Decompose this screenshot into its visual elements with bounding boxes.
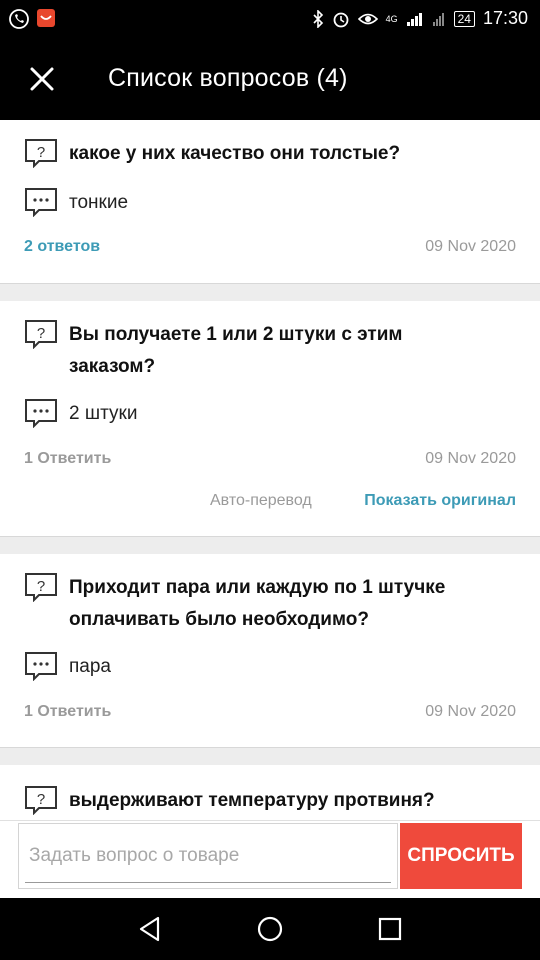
question-card: ? выдерживают температуру протвиня?	[0, 765, 540, 820]
question-text: Вы получаете 1 или 2 штуки с этим заказо…	[69, 324, 403, 377]
question-text: Приходит пара или каждую по 1 штучке опл…	[69, 577, 446, 630]
svg-text:?: ?	[37, 144, 45, 161]
signal-icon	[406, 12, 422, 26]
ask-question-bar: СПРОСИТЬ	[0, 820, 540, 899]
page-title: Список вопросов (4)	[108, 64, 348, 92]
ask-input-container	[18, 823, 398, 889]
system-nav-bar	[0, 898, 540, 960]
answer-icon	[25, 399, 57, 428]
input-underline	[25, 882, 391, 883]
close-icon	[30, 67, 54, 91]
system-status: 4G 24 17:30	[312, 8, 528, 29]
question-icon: ?	[25, 573, 57, 602]
question-card: ? Приходит пара или каждую по 1 штучке о…	[0, 554, 540, 748]
answer-text: 2 штуки	[69, 403, 138, 424]
notification-icons	[8, 8, 56, 30]
answer-icon	[25, 188, 57, 217]
viber-icon	[9, 9, 29, 29]
aliexpress-icon	[37, 9, 55, 27]
question-card: ? Вы получаете 1 или 2 штуки с этим зака…	[0, 301, 540, 537]
home-circle-icon	[257, 916, 283, 942]
clock: 17:30	[482, 8, 528, 28]
question-text: какое у них качество они толстые?	[69, 143, 401, 164]
answers-count-link[interactable]: 1 Ответить	[24, 703, 111, 721]
answer-text: пара	[69, 656, 111, 677]
svg-text:?: ?	[37, 325, 45, 342]
alarm-icon	[333, 12, 348, 27]
answers-count-link[interactable]: 1 Ответить	[24, 450, 111, 468]
network-type: 4G	[385, 13, 398, 24]
eye-icon	[357, 13, 378, 24]
answer-icon	[25, 652, 57, 681]
status-bar: 4G 24 17:30	[0, 0, 540, 38]
question-card: ? какое у них качество они толстые? тонк…	[0, 120, 540, 284]
back-button[interactable]	[134, 913, 166, 945]
question-date: 09 Nov 2020	[425, 450, 516, 467]
questions-list[interactable]: ? какое у них качество они толстые? тонк…	[0, 120, 540, 820]
battery-level: 24	[457, 11, 471, 26]
home-button[interactable]	[254, 913, 286, 945]
question-icon: ?	[25, 786, 57, 815]
question-date: 09 Nov 2020	[425, 238, 516, 255]
recents-square-icon	[378, 917, 402, 941]
auto-translate-label: Авто-перевод	[210, 492, 312, 509]
answers-count-link[interactable]: 2 ответов	[24, 238, 100, 256]
svg-text:?: ?	[37, 578, 45, 595]
recents-button[interactable]	[374, 913, 406, 945]
question-text: выдерживают температуру протвиня?	[69, 790, 435, 811]
show-original-link[interactable]: Показать оригинал	[364, 492, 516, 510]
close-button[interactable]	[26, 63, 58, 95]
ask-question-input[interactable]	[27, 838, 391, 874]
svg-text:?: ?	[37, 791, 45, 808]
app-bar: Список вопросов (4)	[0, 38, 540, 120]
question-icon: ?	[25, 320, 57, 349]
question-icon: ?	[25, 139, 57, 168]
answer-text: тонкие	[69, 192, 129, 213]
back-triangle-icon	[139, 916, 160, 942]
bluetooth-icon	[313, 9, 323, 28]
battery-icon: 24	[453, 10, 475, 27]
ask-button[interactable]: СПРОСИТЬ	[400, 823, 522, 889]
sim-signal-icon	[432, 12, 444, 26]
question-date: 09 Nov 2020	[425, 703, 516, 720]
